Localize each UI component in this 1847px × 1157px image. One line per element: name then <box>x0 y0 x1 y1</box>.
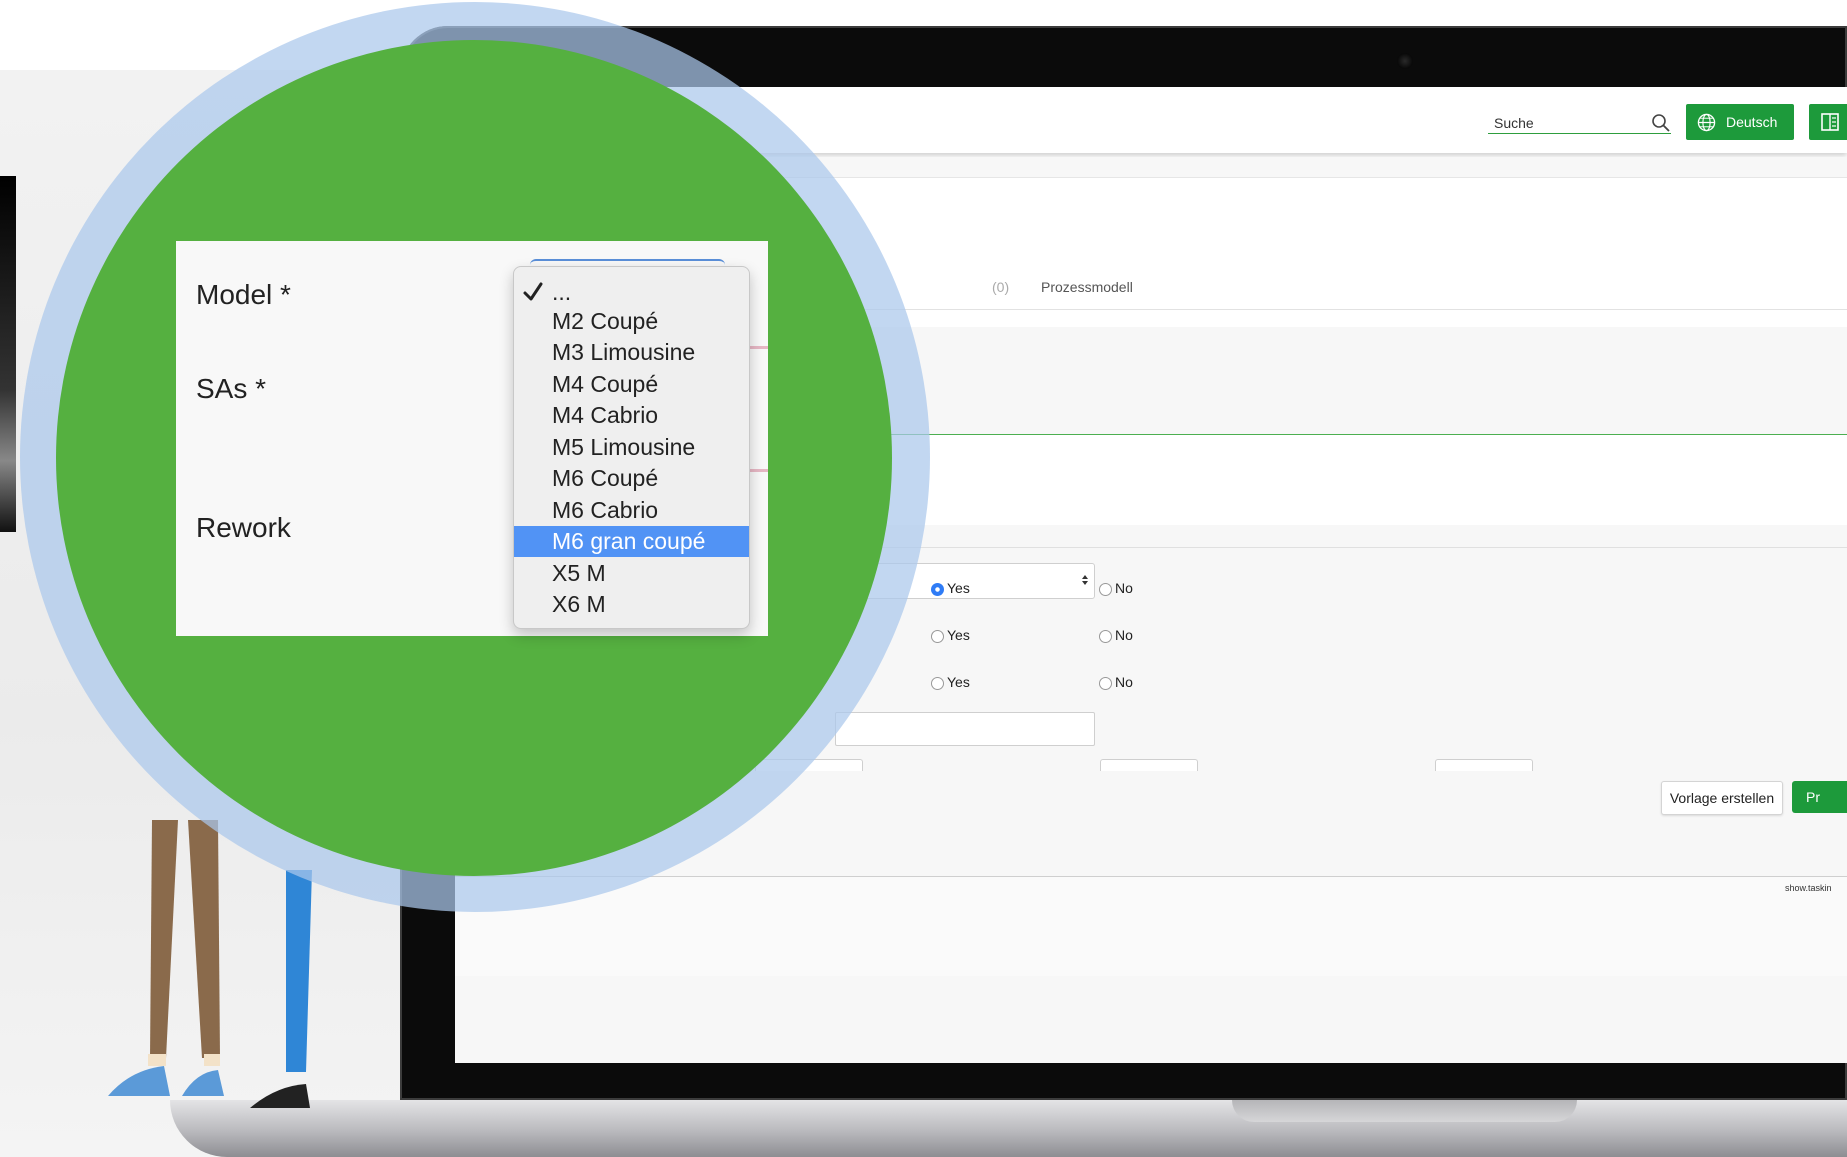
rework-text-field[interactable] <box>835 712 1095 746</box>
radio-no-2[interactable] <box>1099 630 1112 643</box>
dropdown-option[interactable]: M3 Limousine <box>514 337 749 368</box>
primary-action-button[interactable]: Pr <box>1792 781 1847 813</box>
radio-yes-1[interactable] <box>931 583 944 596</box>
radio-no-3[interactable] <box>1099 677 1112 690</box>
radio-yes-3[interactable] <box>931 677 944 690</box>
checkmark-icon <box>523 282 543 301</box>
footer <box>455 877 1847 976</box>
model-label: Model * <box>196 279 291 310</box>
radio-no-label: No <box>1115 627 1133 643</box>
tab-count[interactable]: (0) <box>992 279 1009 295</box>
search-input[interactable]: Suche <box>1488 113 1671 134</box>
radio-no-label: No <box>1115 674 1133 690</box>
dropdown-option[interactable]: M2 Coupé <box>514 306 749 337</box>
required-marker <box>748 346 768 349</box>
language-button[interactable]: Deutsch <box>1686 104 1794 140</box>
required-marker <box>748 469 768 472</box>
document-icon <box>1821 113 1839 131</box>
dropdown-option[interactable]: M4 Coupé <box>514 369 749 400</box>
dropdown-option-label: ... <box>552 279 572 305</box>
dropdown-option[interactable]: M4 Cabrio <box>514 400 749 431</box>
sas-label: SAs * <box>196 373 267 404</box>
dropdown-option[interactable]: M6 Coupé <box>514 463 749 494</box>
radio-yes-label: Yes <box>947 580 970 596</box>
dropdown-option[interactable]: ... <box>514 277 749 308</box>
radio-no-1[interactable] <box>1099 583 1112 596</box>
dropdown-option[interactable]: M6 Cabrio <box>514 495 749 526</box>
model-dropdown-menu[interactable]: ... M2 Coupé M3 Limousine M4 Coupé M4 Ca… <box>513 266 750 629</box>
radio-no-label: No <box>1115 580 1133 596</box>
dropdown-option[interactable]: M5 Limousine <box>514 432 749 463</box>
document-button[interactable] <box>1809 104 1847 140</box>
radio-yes-label: Yes <box>947 674 970 690</box>
dropdown-option[interactable]: X6 M <box>514 589 749 620</box>
laptop-hinge-notch <box>1232 1100 1577 1122</box>
tab-prozessmodell[interactable]: Prozessmodell <box>1041 279 1133 295</box>
dropdown-option-selected[interactable]: M6 gran coupé <box>514 526 749 557</box>
footer-url: show.taskin <box>1785 883 1832 893</box>
search-icon[interactable] <box>1651 113 1671 133</box>
globe-icon <box>1697 113 1716 132</box>
rework-label: Rework <box>196 512 291 543</box>
search-placeholder: Suche <box>1494 115 1534 131</box>
dropdown-option[interactable]: X5 M <box>514 558 749 589</box>
webcam-icon <box>1397 53 1413 69</box>
vorlage-erstellen-button[interactable]: Vorlage erstellen <box>1661 781 1783 815</box>
radio-yes-label: Yes <box>947 627 970 643</box>
laptop-base <box>170 1100 1847 1157</box>
language-label: Deutsch <box>1726 114 1778 130</box>
select-arrows-icon <box>1082 575 1088 585</box>
left-image-strip <box>0 176 16 532</box>
radio-yes-2[interactable] <box>931 630 944 643</box>
